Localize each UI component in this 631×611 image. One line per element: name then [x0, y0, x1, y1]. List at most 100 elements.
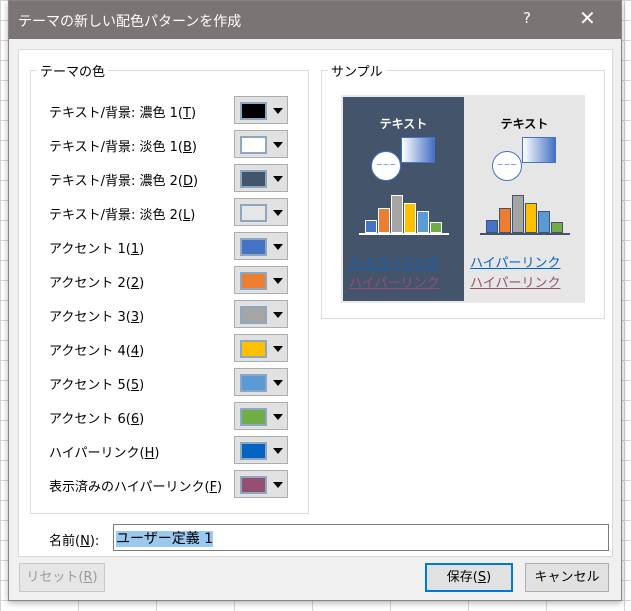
close-button[interactable]: ✕ [579, 6, 596, 30]
sample-hyperlink: ハイパーリンク [470, 256, 561, 271]
color-picker-button[interactable] [234, 198, 288, 226]
name-input-value: ユーザー定義 1 [116, 531, 214, 547]
color-label: アクセント 3(3) [49, 310, 145, 325]
color-swatch [240, 136, 267, 154]
color-label: アクセント 1(1) [49, 242, 145, 257]
color-row: テキスト/背景: 淡色 2(L) [49, 198, 289, 226]
color-row: テキスト/背景: 濃色 2(D) [49, 164, 289, 192]
chart-axis [359, 233, 449, 235]
chart-bar [417, 211, 429, 233]
dropdown-arrow-icon [273, 414, 283, 420]
color-picker-button[interactable] [234, 368, 288, 396]
color-swatch [240, 272, 267, 290]
color-swatch [240, 442, 267, 460]
reset-button[interactable]: リセット(R) [19, 563, 105, 592]
dropdown-arrow-icon [273, 380, 283, 386]
color-row: テキスト/背景: 淡色 1(B) [49, 130, 289, 158]
color-label: 表示済みのハイパーリンク(F) [49, 480, 223, 495]
chart-bar [430, 222, 442, 233]
color-swatch [240, 340, 267, 358]
sample-circle: ~~~ [492, 151, 522, 181]
sample-group: サンプル テキスト ~~~ ハイパーリンク ハイパーリンク テキスト ~~~ ハ… [321, 61, 605, 319]
sample-preview: テキスト ~~~ ハイパーリンク ハイパーリンク テキスト ~~~ ハイパーリン… [341, 95, 585, 303]
save-button[interactable]: 保存(S) [425, 563, 513, 592]
chart-bar [512, 195, 524, 233]
sample-text: テキスト [379, 117, 428, 131]
dropdown-arrow-icon [273, 278, 283, 284]
color-label: アクセント 5(5) [49, 378, 145, 393]
theme-colors-group-label: テーマの色 [37, 61, 109, 80]
sample-group-label: サンプル [328, 61, 386, 80]
sample-rectangle [401, 137, 435, 163]
chart-bar [486, 220, 498, 233]
sample-rectangle [522, 137, 556, 163]
color-swatch [240, 102, 267, 120]
color-label: テキスト/背景: 淡色 1(B) [49, 140, 197, 155]
color-swatch [240, 408, 267, 426]
color-label: テキスト/背景: 淡色 2(L) [49, 208, 196, 223]
chart-bar [538, 211, 550, 233]
color-swatch [240, 204, 267, 222]
color-row: アクセント 4(4) [49, 334, 289, 362]
color-label: テキスト/背景: 濃色 2(D) [49, 174, 199, 189]
chart-bar [525, 203, 537, 233]
color-label: アクセント 4(4) [49, 344, 145, 359]
color-row: 表示済みのハイパーリンク(F) [49, 470, 289, 498]
name-label: 名前(N): [49, 534, 100, 549]
dropdown-arrow-icon [273, 482, 283, 488]
content-panel: テーマの色 テキスト/背景: 濃色 1(T) テキスト/背景: 淡色 1(B) … [18, 49, 613, 557]
sample-hyperlink: ハイパーリンク [349, 256, 440, 271]
color-row: アクセント 2(2) [49, 266, 289, 294]
color-swatch [240, 170, 267, 188]
color-picker-button[interactable] [234, 164, 288, 192]
dropdown-arrow-icon [273, 142, 283, 148]
theme-colors-group: テーマの色 テキスト/背景: 濃色 1(T) テキスト/背景: 淡色 1(B) … [30, 61, 309, 514]
color-picker-button[interactable] [234, 436, 288, 464]
chart-bar [499, 208, 511, 233]
chart-axis [480, 233, 570, 235]
color-picker-button[interactable] [234, 130, 288, 158]
dropdown-arrow-icon [273, 108, 283, 114]
sample-visited-hyperlink: ハイパーリンク [349, 276, 440, 291]
chart-bar [404, 203, 416, 233]
dropdown-arrow-icon [273, 210, 283, 216]
name-input[interactable]: ユーザー定義 1 [113, 524, 609, 551]
color-picker-button[interactable] [234, 470, 288, 498]
color-picker-button[interactable] [234, 402, 288, 430]
color-row: ハイパーリンク(H) [49, 436, 289, 464]
sample-dark: テキスト ~~~ ハイパーリンク ハイパーリンク [343, 97, 464, 301]
dropdown-arrow-icon [273, 312, 283, 318]
dropdown-arrow-icon [273, 176, 283, 182]
color-swatch [240, 374, 267, 392]
color-label: アクセント 6(6) [49, 412, 145, 427]
dialog-title: テーマの新しい配色パターンを作成 [18, 14, 242, 30]
sample-chart [480, 195, 570, 235]
color-row: アクセント 5(5) [49, 368, 289, 396]
create-theme-colors-dialog: テーマの新しい配色パターンを作成 ? ✕ テーマの色 テキスト/背景: 濃色 1… [8, 0, 622, 601]
dropdown-arrow-icon [273, 244, 283, 250]
cancel-button[interactable]: キャンセル [525, 563, 609, 592]
color-picker-button[interactable] [234, 266, 288, 294]
color-swatch [240, 476, 267, 494]
sample-circle: ~~~ [371, 151, 401, 181]
color-row: アクセント 6(6) [49, 402, 289, 430]
sample-text: テキスト [500, 117, 549, 131]
title-bar: テーマの新しい配色パターンを作成 ? ✕ [9, 1, 621, 39]
dropdown-arrow-icon [273, 448, 283, 454]
color-picker-button[interactable] [234, 232, 288, 260]
sample-chart [359, 195, 449, 235]
chart-bar [391, 195, 403, 233]
color-label: テキスト/背景: 濃色 1(T) [49, 106, 197, 121]
color-label: アクセント 2(2) [49, 276, 145, 291]
sample-light: テキスト ~~~ ハイパーリンク ハイパーリンク [464, 97, 585, 301]
color-row: テキスト/背景: 濃色 1(T) [49, 96, 289, 124]
color-picker-button[interactable] [234, 300, 288, 328]
dropdown-arrow-icon [273, 346, 283, 352]
chart-bar [378, 208, 390, 233]
help-button[interactable]: ? [523, 9, 531, 27]
color-picker-button[interactable] [234, 96, 288, 124]
sample-visited-hyperlink: ハイパーリンク [470, 276, 561, 291]
color-label: ハイパーリンク(H) [49, 446, 160, 461]
color-picker-button[interactable] [234, 334, 288, 362]
color-swatch [240, 306, 267, 324]
